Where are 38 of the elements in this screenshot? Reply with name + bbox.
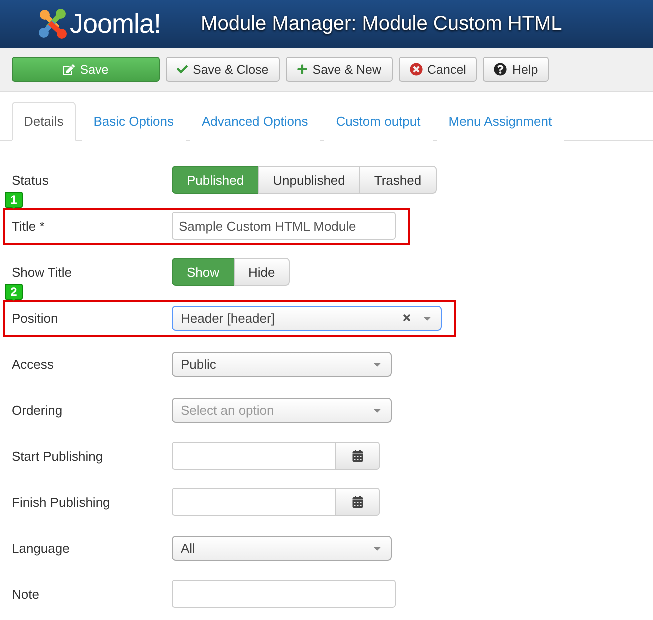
field-label: Access [12, 356, 55, 372]
calendar-button[interactable] [336, 442, 380, 470]
check-icon [177, 64, 188, 75]
field-label: Title * [12, 218, 46, 234]
edit-icon [63, 64, 76, 76]
toolbar-button[interactable]: Save & New [286, 57, 393, 82]
field-label: Finish Publishing [12, 494, 112, 510]
cancel-icon [410, 63, 423, 76]
plus-icon [296, 64, 308, 75]
tab[interactable]: Details [12, 102, 76, 141]
calendar-button[interactable] [336, 488, 380, 516]
date-field[interactable] [172, 488, 336, 516]
logo-text: Joomla! [70, 8, 162, 40]
toolbar-button[interactable]: Help [483, 57, 550, 82]
field-label: Language [12, 540, 71, 556]
calendar-icon [352, 450, 364, 462]
field-label: Start Publishing [12, 448, 104, 464]
field-label: Note [12, 586, 40, 602]
toolbar-button[interactable]: Cancel [398, 57, 478, 82]
toggle-option[interactable]: Hide [234, 258, 290, 286]
toggle-option[interactable]: Unpublished [258, 166, 360, 194]
text-field[interactable]: Sample Custom HTML Module [172, 212, 396, 240]
toggle-option[interactable]: Trashed [359, 166, 437, 194]
calendar-icon [352, 496, 364, 508]
toolbar-button[interactable]: Save & Close [166, 57, 280, 82]
select-field[interactable]: All [172, 536, 392, 560]
select-field[interactable]: Header [header] [172, 306, 442, 330]
field-label: Status [12, 172, 50, 188]
date-field[interactable] [172, 442, 336, 470]
clear-icon[interactable] [402, 313, 412, 323]
field-label: Position [12, 310, 60, 326]
text-field[interactable] [172, 580, 396, 608]
field-label: Ordering [12, 402, 64, 418]
select-field[interactable]: Public [172, 352, 392, 376]
page-title: Module Manager: Module Custom HTML [201, 12, 562, 36]
logo-icon [38, 8, 68, 40]
field-label: Show Title [12, 264, 73, 280]
help-icon [494, 63, 508, 76]
